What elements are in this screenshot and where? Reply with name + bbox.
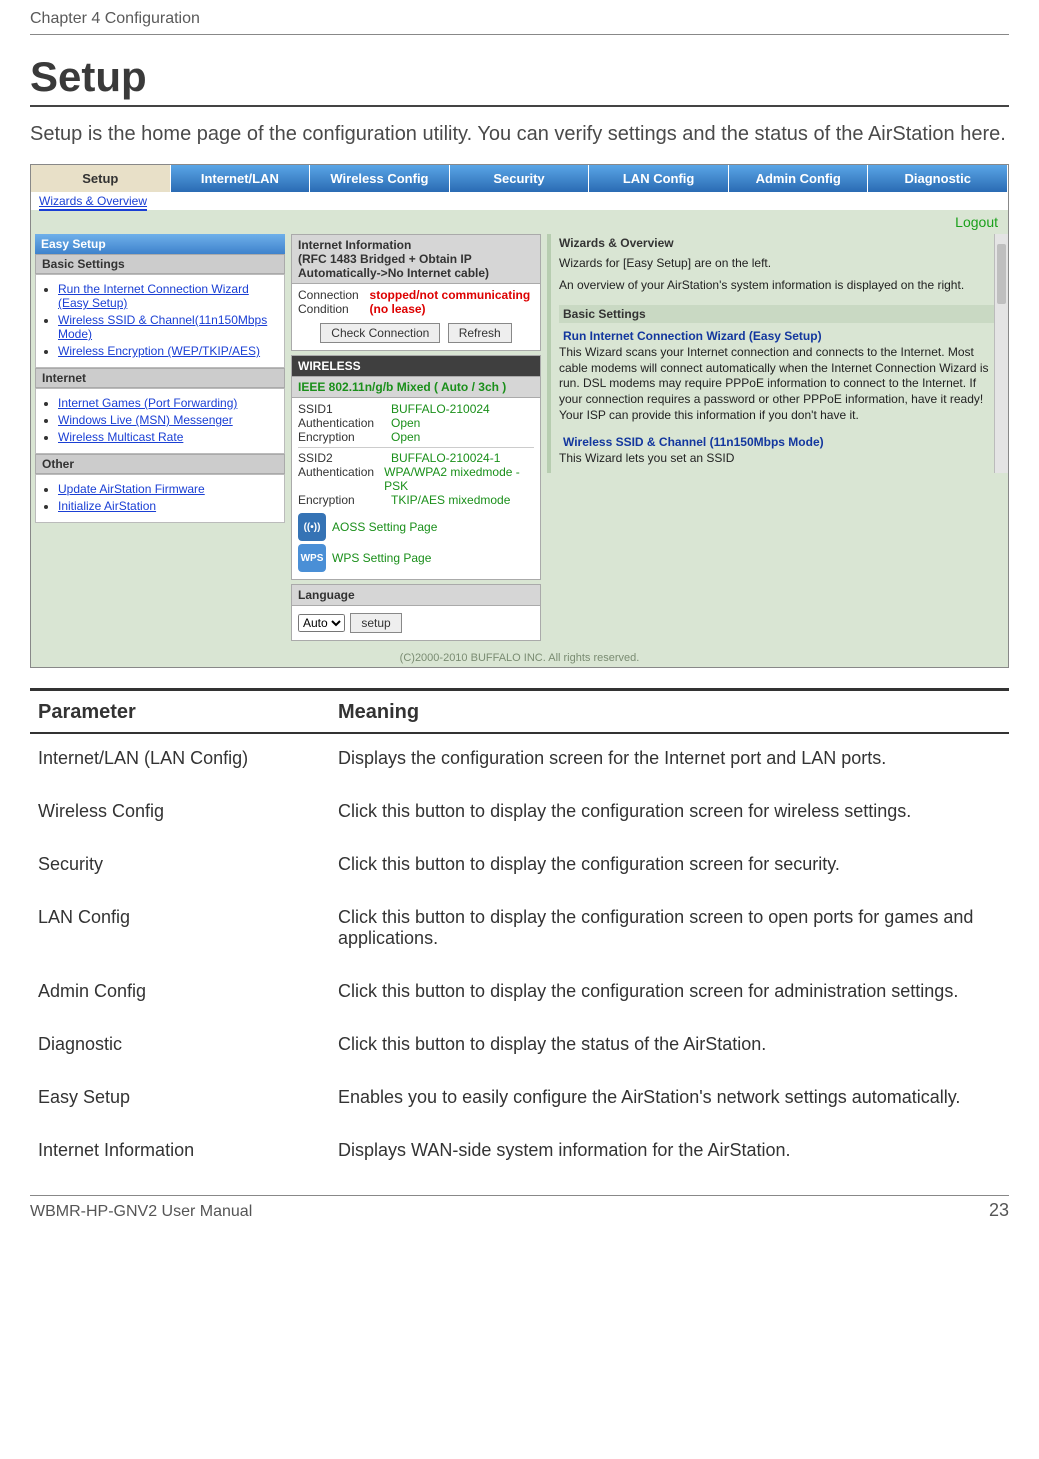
aoss-icon[interactable]: ((•)) [298, 513, 326, 541]
help-p1: Wizards for [Easy Setup] are on the left… [559, 256, 1004, 278]
link-firmware[interactable]: Update AirStation Firmware [58, 482, 205, 496]
left-column: Easy Setup Basic Settings Run the Intern… [35, 234, 285, 523]
wireless-header: WIRELESS [292, 356, 540, 377]
th-parameter: Parameter [30, 690, 330, 734]
wps-icon[interactable]: WPS [298, 544, 326, 572]
help-run-title: Run Internet Connection Wizard (Easy Set… [559, 327, 1004, 345]
help-ssid-body: This Wizard lets you set an SSID [559, 451, 1004, 473]
scrollbar[interactable] [994, 234, 1008, 473]
link-multicast[interactable]: Wireless Multicast Rate [58, 430, 183, 444]
link-ssid-channel[interactable]: Wireless SSID & Channel(11n150Mbps Mode) [58, 313, 267, 341]
tab-internet-lan[interactable]: Internet/LAN [171, 165, 311, 192]
refresh-button[interactable]: Refresh [448, 323, 512, 343]
screenshot-figure: Setup Internet/LAN Wireless Config Secur… [30, 164, 1009, 668]
aoss-link[interactable]: AOSS Setting Page [332, 520, 437, 534]
table-row: Easy SetupEnables you to easily configur… [30, 1069, 1009, 1122]
help-basic-header: Basic Settings [559, 305, 1004, 323]
help-run-body: This Wizard scans your Internet connecti… [559, 345, 1004, 429]
help-p2: An overview of your AirStation's system … [559, 278, 1004, 300]
subnav-link[interactable]: Wizards & Overview [39, 194, 147, 211]
tab-admin-config[interactable]: Admin Config [729, 165, 869, 192]
middle-column: Internet Information (RFC 1483 Bridged +… [291, 234, 541, 645]
easy-setup-title: Easy Setup [35, 234, 285, 254]
link-msn[interactable]: Windows Live (MSN) Messenger [58, 413, 233, 427]
table-row: Wireless ConfigClick this button to disp… [30, 783, 1009, 836]
conn-value: stopped/not communicating (no lease) [370, 288, 534, 316]
table-row: Internet InformationDisplays WAN-side sy… [30, 1122, 1009, 1175]
lead-paragraph: Setup is the home page of the configurat… [30, 121, 1009, 148]
language-header: Language [292, 585, 540, 606]
tab-wireless-config[interactable]: Wireless Config [310, 165, 450, 192]
link-wireless-encryption[interactable]: Wireless Encryption (WEP/TKIP/AES) [58, 344, 260, 358]
internet-info-header: Internet Information (RFC 1483 Bridged +… [292, 235, 540, 284]
wireless-mode: IEEE 802.11n/g/b Mixed ( Auto / 3ch ) [292, 377, 540, 398]
group-other-header: Other [35, 454, 285, 474]
page-number: 23 [989, 1200, 1009, 1221]
logout-link[interactable]: Logout [955, 214, 998, 230]
help-title: Wizards & Overview [559, 234, 1004, 256]
tab-lan-config[interactable]: LAN Config [589, 165, 729, 192]
conn-label: Connection Condition [298, 288, 362, 316]
page-title: Setup [30, 53, 1009, 107]
chapter-header: Chapter 4 Configuration [30, 10, 1009, 35]
group-basic-header: Basic Settings [35, 254, 285, 274]
language-setup-button[interactable]: setup [350, 613, 401, 633]
footer-model: WBMR-HP-GNV2 User Manual [30, 1203, 252, 1221]
wps-link[interactable]: WPS Setting Page [332, 551, 431, 565]
tab-security[interactable]: Security [450, 165, 590, 192]
language-select[interactable]: Auto [298, 614, 345, 632]
table-row: SecurityClick this button to display the… [30, 836, 1009, 889]
th-meaning: Meaning [330, 690, 1009, 734]
top-tabs: Setup Internet/LAN Wireless Config Secur… [31, 165, 1008, 192]
parameter-table: Parameter Meaning Internet/LAN (LAN Conf… [30, 688, 1009, 1175]
check-connection-button[interactable]: Check Connection [320, 323, 440, 343]
table-row: Admin ConfigClick this button to display… [30, 963, 1009, 1016]
link-initialize[interactable]: Initialize AirStation [58, 499, 156, 513]
help-ssid-title: Wireless SSID & Channel (11n150Mbps Mode… [559, 429, 1004, 451]
table-row: DiagnosticClick this button to display t… [30, 1016, 1009, 1069]
link-port-forwarding[interactable]: Internet Games (Port Forwarding) [58, 396, 237, 410]
table-row: Internet/LAN (LAN Config)Displays the co… [30, 733, 1009, 783]
tab-setup[interactable]: Setup [31, 165, 171, 192]
subnav: Wizards & Overview [31, 192, 1008, 210]
help-column: Wizards & Overview Wizards for [Easy Set… [547, 234, 1004, 473]
table-row: LAN ConfigClick this button to display t… [30, 889, 1009, 963]
page-footer: WBMR-HP-GNV2 User Manual 23 [30, 1195, 1009, 1221]
tab-diagnostic[interactable]: Diagnostic [868, 165, 1008, 192]
copyright: (C)2000-2010 BUFFALO INC. All rights res… [31, 649, 1008, 667]
group-internet-header: Internet [35, 368, 285, 388]
link-run-wizard[interactable]: Run the Internet Connection Wizard (Easy… [58, 282, 249, 310]
